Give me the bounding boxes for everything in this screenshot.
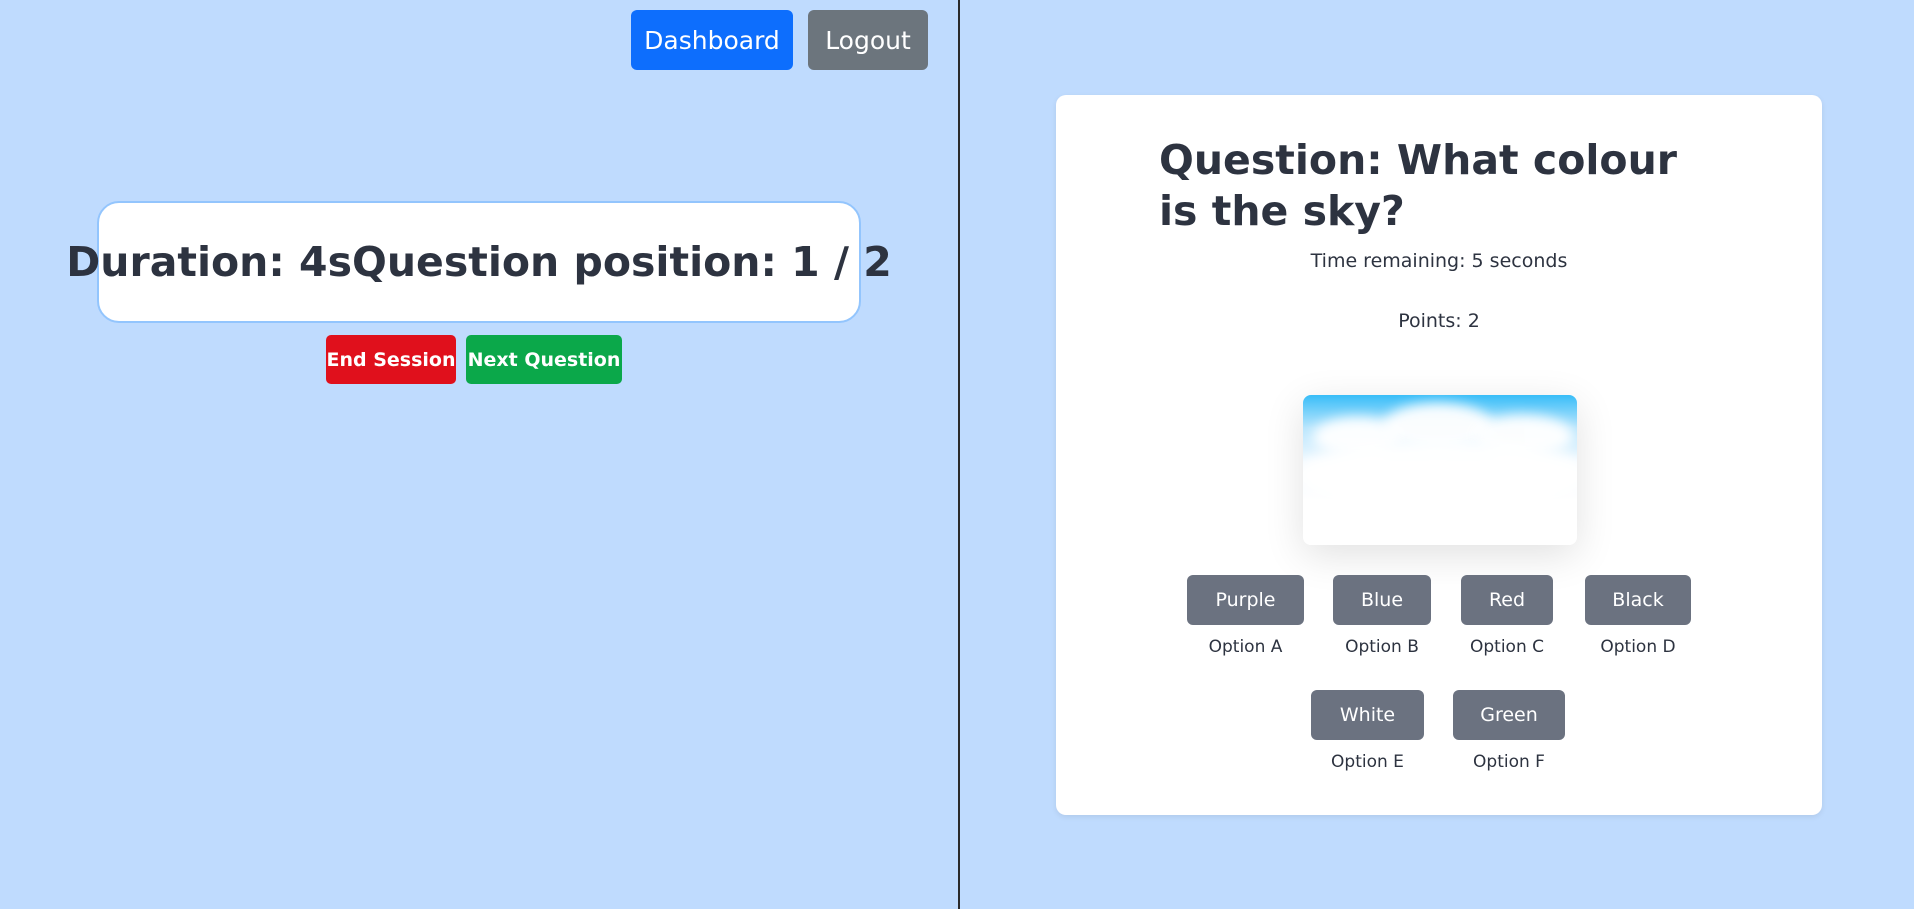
question-card: Question: What colour is the sky? Time r… — [1056, 95, 1822, 815]
end-session-button[interactable]: End Session — [326, 335, 456, 384]
option-a-button[interactable]: Purple — [1187, 575, 1304, 625]
option-b-button[interactable]: Blue — [1333, 575, 1431, 625]
option-c-button[interactable]: Red — [1461, 575, 1553, 625]
option-e: White Option E — [1311, 690, 1424, 772]
sky-image — [1303, 395, 1577, 545]
option-e-label: Option E — [1331, 752, 1404, 772]
option-f-label: Option F — [1473, 752, 1545, 772]
option-e-button[interactable]: White — [1311, 690, 1424, 740]
option-b-label: Option B — [1345, 637, 1419, 657]
next-question-button[interactable]: Next Question — [466, 335, 622, 384]
question-title: Question: What colour is the sky? — [1159, 136, 1677, 235]
option-a-label: Option A — [1208, 637, 1283, 657]
question-position-text: Question position: 1 / 2 — [351, 238, 892, 286]
option-b: Blue Option B — [1333, 575, 1431, 657]
option-d-label: Option D — [1600, 637, 1676, 657]
option-a: Purple Option A — [1187, 575, 1304, 657]
pane-divider — [958, 0, 960, 909]
duration-text: Duration: 4s — [66, 238, 352, 286]
option-d-button[interactable]: Black — [1585, 575, 1691, 625]
option-c-label: Option C — [1469, 637, 1544, 657]
option-f: Green Option F — [1453, 690, 1565, 772]
session-status-panel: Duration: 4s Question position: 1 / 2 — [66, 201, 892, 323]
logout-button[interactable]: Logout — [808, 10, 928, 70]
dashboard-button[interactable]: Dashboard — [631, 10, 793, 70]
option-f-button[interactable]: Green — [1453, 690, 1565, 740]
points-text: Points: 2 — [1398, 310, 1480, 332]
option-d: Black Option D — [1585, 575, 1691, 657]
time-remaining-text: Time remaining: 5 seconds — [1310, 250, 1568, 272]
option-c: Red Option C — [1461, 575, 1553, 657]
